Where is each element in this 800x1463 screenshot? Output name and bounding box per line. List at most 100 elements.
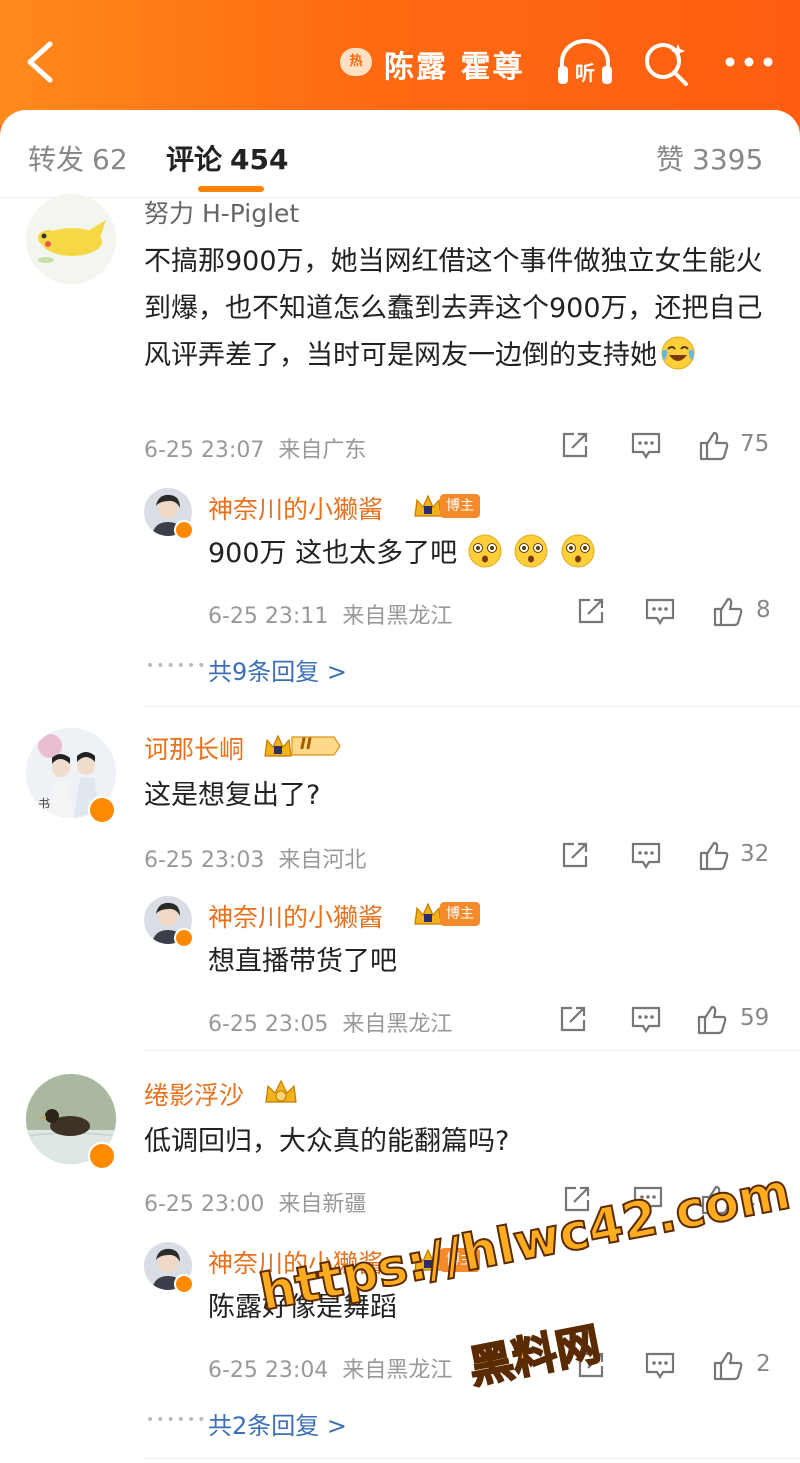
view-more-replies-link[interactable]: 共9条回复 > xyxy=(208,652,347,687)
reply-location: 来自黑龙江 xyxy=(342,1358,453,1383)
comments-sheet: 转发 62 评论 454 赞 3395 努力 H-Piglet 不搞那900万，她当网… xyxy=(0,110,800,1463)
replies-dots: •••••• xyxy=(146,1412,208,1428)
reply-text-body: 900万 这也太多了吧 xyxy=(208,538,458,569)
level-crown-icon xyxy=(265,1079,297,1103)
topic-title: 陈露 霍尊 xyxy=(384,50,525,85)
replies-dots: •••••• xyxy=(146,658,208,674)
thumbs-up-icon[interactable] xyxy=(712,1350,744,1382)
reply-time: 6-25 23:11 xyxy=(208,604,329,629)
reply-username[interactable]: 神奈川的小獭酱 xyxy=(208,898,383,934)
thumbs-up-icon[interactable] xyxy=(698,840,730,872)
tab-comments-count: 454 xyxy=(230,143,289,176)
comment-bubble-icon[interactable] xyxy=(630,840,662,870)
reply-actions: 59 xyxy=(558,1004,778,1036)
comment-text: 这是想复出了? xyxy=(144,780,321,811)
like-count: 32 xyxy=(740,841,770,867)
tab-reposts[interactable]: 转发 62 xyxy=(28,138,128,178)
thumbs-up-icon[interactable] xyxy=(712,596,744,628)
reply-meta: 6-25 23:04 来自黑龙江 xyxy=(208,1352,452,1384)
thumbs-up-icon[interactable] xyxy=(700,1184,732,1216)
comment-actions: 10 xyxy=(562,1184,782,1216)
reply-actions: 8 xyxy=(576,596,776,628)
thumbs-up-icon[interactable] xyxy=(696,1004,728,1036)
reply-actions: 2 xyxy=(576,1350,776,1382)
reply-username[interactable]: 神奈川的小獭酱 xyxy=(208,490,383,526)
reply-meta: 6-25 23:05 来自黑龙江 xyxy=(208,1006,452,1038)
listen-label: 听 xyxy=(575,61,595,85)
flushed-emoji-icon xyxy=(468,534,502,568)
avatar[interactable] xyxy=(26,194,116,284)
comment-bubble-icon[interactable] xyxy=(630,1004,662,1034)
share-icon[interactable] xyxy=(560,430,590,460)
tab-likes[interactable]: 赞 3395 xyxy=(656,138,763,178)
divider xyxy=(144,706,800,707)
reply-location: 来自黑龙江 xyxy=(342,604,453,629)
reply-text: 陈露好像是舞蹈 xyxy=(208,1292,397,1323)
reply-username[interactable]: 神奈川的小獭酱 xyxy=(208,1244,383,1280)
comment-username[interactable]: 诃那长峒 xyxy=(144,730,244,766)
comment-bubble-icon[interactable] xyxy=(644,1350,676,1380)
thumbs-up-icon[interactable] xyxy=(698,430,730,462)
pikachu-avatar-icon xyxy=(26,194,116,284)
search-icon[interactable] xyxy=(642,40,690,86)
comment-location: 来自新疆 xyxy=(278,1192,367,1217)
share-icon[interactable] xyxy=(576,1350,606,1380)
level-badge-text: II xyxy=(300,734,312,753)
comment-time: 6-25 23:07 xyxy=(144,438,265,463)
tab-comments[interactable]: 评论 454 xyxy=(166,138,288,178)
divider xyxy=(144,1050,800,1051)
flushed-emoji-icon xyxy=(561,534,595,568)
reply-location: 来自黑龙江 xyxy=(342,1012,453,1037)
share-icon[interactable] xyxy=(560,840,590,870)
like-count: 10 xyxy=(742,1185,772,1211)
like-count: 8 xyxy=(756,597,771,623)
more-options-icon[interactable] xyxy=(724,56,774,68)
view-more-replies-link[interactable]: 共2条回复 > xyxy=(208,1406,347,1441)
laugh-cry-emoji-icon xyxy=(661,336,695,370)
share-icon[interactable] xyxy=(576,596,606,626)
author-badge: 博主 xyxy=(440,902,480,926)
comment-bubble-icon[interactable] xyxy=(644,596,676,626)
reply-text: 900万 这也太多了吧 xyxy=(208,530,768,577)
tab-comments-label: 评论 xyxy=(166,143,223,176)
back-arrow-icon[interactable] xyxy=(22,40,62,84)
like-count: 75 xyxy=(740,431,770,457)
comment-username[interactable]: 绻影浮沙 xyxy=(144,1076,244,1112)
reply-time: 6-25 23:04 xyxy=(208,1358,329,1383)
like-count: 59 xyxy=(740,1005,770,1031)
comment-actions: 32 xyxy=(560,840,780,872)
svg-text:书: 书 xyxy=(38,797,50,811)
hot-badge: 热 xyxy=(340,48,372,76)
comment-username[interactable]: 努力 H-Piglet xyxy=(144,194,299,230)
tab-reposts-count: 62 xyxy=(92,143,128,176)
comment-bubble-icon[interactable] xyxy=(632,1184,664,1214)
verified-badge-icon xyxy=(174,928,194,948)
verified-badge-icon xyxy=(88,1142,116,1170)
verified-badge-icon xyxy=(88,796,116,824)
comment-meta: 6-25 23:07 来自广东 xyxy=(144,432,366,464)
comment-meta: 6-25 23:00 来自新疆 xyxy=(144,1186,366,1218)
verified-badge-icon xyxy=(174,1274,194,1294)
like-count: 2 xyxy=(756,1351,771,1377)
share-icon[interactable] xyxy=(562,1184,592,1214)
reply-time: 6-25 23:05 xyxy=(208,1012,329,1037)
author-badge: 博主 xyxy=(440,1248,480,1272)
comment-text: 不搞那900万，她当网红借这个事件做独立女生能火到爆，也不知道怎么蠢到去弄这个9… xyxy=(144,238,764,379)
tab-likes-count: 3395 xyxy=(692,143,764,176)
comment-actions: 75 xyxy=(560,430,780,462)
top-bar: 热 陈露 霍尊 听 xyxy=(0,0,800,125)
comment-bubble-icon[interactable] xyxy=(630,430,662,460)
share-icon[interactable] xyxy=(558,1004,588,1034)
reply-text: 想直播带货了吧 xyxy=(208,946,397,977)
active-tab-indicator xyxy=(198,186,264,192)
comment-meta: 6-25 23:03 来自河北 xyxy=(144,842,366,874)
comment-location: 来自广东 xyxy=(278,438,367,463)
author-badge: 博主 xyxy=(440,494,480,518)
reply-meta: 6-25 23:11 来自黑龙江 xyxy=(208,598,452,630)
verified-badge-icon xyxy=(174,520,194,540)
tab-bar: 转发 62 评论 454 赞 3395 xyxy=(0,110,800,198)
listen-headphones-icon[interactable]: 听 xyxy=(556,38,614,86)
divider xyxy=(144,1458,800,1459)
tab-likes-label: 赞 xyxy=(656,143,685,176)
comment-time: 6-25 23:03 xyxy=(144,848,265,873)
